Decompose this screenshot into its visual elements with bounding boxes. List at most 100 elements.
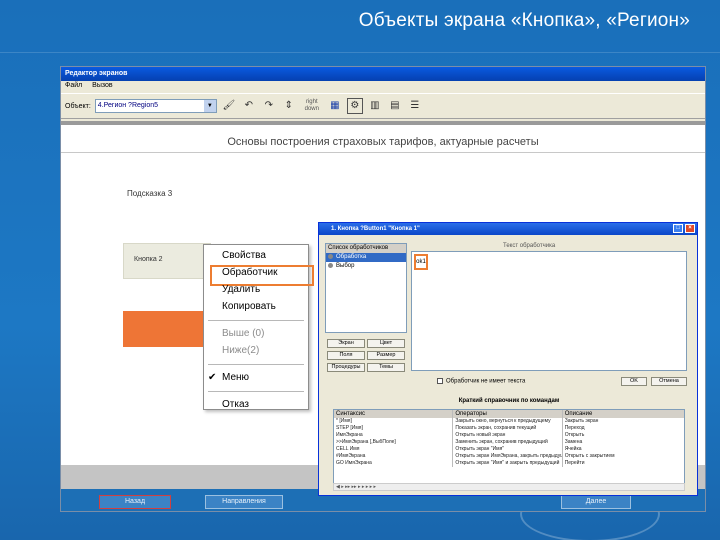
table-row[interactable]: STEP [Имя] Показать экран, сохранив текущ… [334,425,684,432]
color-button[interactable]: Цвет [367,339,405,348]
handler-item[interactable]: Выбор [326,262,406,271]
dialog-title-text: 1. Кнопка ?Button1 "Кнопка 1" [331,226,420,232]
code-tag: ok1 [414,254,428,270]
handler-item[interactable]: Обработка [326,253,406,262]
decor-line [0,52,720,53]
close-icon[interactable]: × [685,224,695,233]
move-arrows-icon[interactable]: ⇕ [281,98,297,114]
back-button[interactable]: Назад [99,495,171,509]
grid-icon[interactable]: ▦ [327,98,343,114]
menu-item-down[interactable]: Ниже(2) [204,343,308,360]
hint-label[interactable]: Подсказка 3 [127,189,172,198]
table-icon[interactable]: ▤ [387,98,403,114]
table-cell: Заменить экран, сохранив предыдущий [453,439,563,446]
fields-button[interactable]: Поля [327,351,365,360]
table-cell: GO ИмяЭкрана [334,460,454,467]
procedures-button[interactable]: Процедуры [327,363,365,372]
menu-item-copy[interactable]: Копировать [204,299,308,316]
editor-title: Редактор экранов [61,67,705,81]
handler-dialog: 1. Кнопка ?Button1 "Кнопка 1" □ × Список… [318,222,698,496]
table-cell: Закрыть экран [564,418,599,424]
menu-separator [208,364,304,365]
radio-icon [328,262,333,268]
handler-list: Список обработчиков Обработка Выбор [325,243,407,333]
size-button[interactable]: Размер [367,351,405,360]
col-syntax: Синтаксис [334,410,454,418]
redo-icon[interactable]: ↷ [261,98,277,114]
menu-file[interactable]: Файл [65,82,82,89]
table-cell: ИмяЭкрана [334,432,454,439]
table-cell: Переход [564,425,585,431]
menu-item-properties[interactable]: Свойства [204,248,308,265]
handler-item-label: Выбор [336,263,355,269]
reference-title: Краткий справочник по командам [333,395,685,407]
columns-icon[interactable]: ▥ [367,98,383,114]
menu-item-menu-label: Меню [222,372,250,383]
horizontal-scrollbar[interactable]: ◀ ▸ ▸▸ ▸▸ ▸ ▸ ▸ ▸ ▸ [333,483,685,491]
ok-button[interactable]: OK [621,377,647,386]
table-row[interactable]: #ИмяЭкрана Открыть экран ИмяЭкрана, закры… [334,453,684,460]
check-icon: ✔ [208,372,217,383]
table-cell: Закрыть окно, вернуться к предыдущему [453,418,563,425]
editor-toolbar: Объект: 4.Регион ?Region5 ▼ 🖌 ↶ ↷ ⇕ righ… [61,93,705,119]
table-row[interactable]: >>ИмяЭкрана [,ВыбПоле] Заменить экран, со… [334,439,684,446]
table-cell: Открыть экран "Имя" и закрыть предыдущий [453,460,563,467]
col-operators: Операторы [453,410,563,418]
screen-button[interactable]: Экран [327,339,365,348]
chevron-down-icon[interactable]: ▼ [203,100,216,112]
table-cell: Открыть экран "Имя" [453,446,563,453]
object-label: Объект: [65,102,91,110]
table-row[interactable]: CELL Имя Открыть экран "Имя" Ячейка [334,446,684,453]
menu-item-handler[interactable]: Обработчик [204,265,314,286]
orange-region[interactable] [123,311,211,347]
menu-item-cancel[interactable]: Отказ [204,397,308,414]
directions-button[interactable]: Направления [205,495,283,509]
table-cell: >>ИмяЭкрана [,ВыбПоле] [334,439,454,446]
brush-icon[interactable]: 🖌 [221,98,237,114]
themes-button[interactable]: Темы [367,363,405,372]
object-select-value: 4.Регион ?Region5 [97,102,159,109]
context-menu: Свойства Обработчик Удалить Копировать В… [203,244,314,410]
menu-item-up[interactable]: Выше (0) [204,326,308,343]
col-description: Описание [564,411,593,417]
menu-item-menu[interactable]: ✔ Меню [204,370,308,387]
reference-table: Синтаксис Операторы Описание * [Имя] Закр… [333,409,685,485]
button-2[interactable]: Кнопка 2 [123,243,211,279]
table-cell: Показать экран, сохранив текущий [453,425,563,432]
table-cell: Открыть экран ИмяЭкрана, закрыть предыду… [455,453,563,460]
next-button[interactable]: Далее [561,495,631,509]
editor-menubar: Файл Вызов [61,81,705,93]
canvas-header: Основы построения страховых тарифов, акт… [61,125,705,153]
position-readout: right down [301,99,323,113]
table-row[interactable]: ИмяЭкрана Открыть новый экран Открыть [334,432,684,439]
code-label: Текст обработчика [503,243,556,249]
table-cell: Перейти [564,460,585,466]
object-select[interactable]: 4.Регион ?Region5 ▼ [94,99,217,113]
wrench-icon[interactable]: ⚙ [346,98,363,114]
code-editor[interactable]: ok1 [411,251,687,371]
menu-separator [208,391,304,392]
menu-separator [208,320,304,321]
right-label: right [305,99,318,105]
table-cell: #ИмяЭкрана [334,453,454,460]
down-label: down [304,106,319,112]
table-row[interactable]: * [Имя] Закрыть окно, вернуться к предыду… [334,418,684,425]
maximize-icon[interactable]: □ [673,224,683,233]
cancel-button[interactable]: Отмена [651,377,687,386]
slide-title: Объекты экрана «Кнопка», «Регион» [358,10,690,31]
reference-table-header: Синтаксис Операторы Описание [334,410,684,418]
checkbox-box[interactable] [437,378,443,384]
dialog-title: 1. Кнопка ?Button1 "Кнопка 1" □ × [319,223,697,235]
handler-item-label: Обработка [336,254,367,260]
table-cell: Открыть [564,432,585,438]
table-row[interactable]: GO ИмяЭкрана Открыть экран "Имя" и закрыт… [334,460,684,467]
table-cell: CELL Имя [334,446,454,453]
menu-call[interactable]: Вызов [92,82,112,89]
list-icon[interactable]: ☰ [407,98,423,114]
table-cell: Открыть с закрытием [564,453,615,459]
undo-icon[interactable]: ↶ [241,98,257,114]
no-code-checkbox[interactable]: Обработчик не имеет текста [437,378,525,385]
menu-item-delete[interactable]: Удалить [204,282,308,299]
no-code-label: Обработчик не имеет текста [446,378,526,385]
table-cell: * [Имя] [334,418,454,425]
